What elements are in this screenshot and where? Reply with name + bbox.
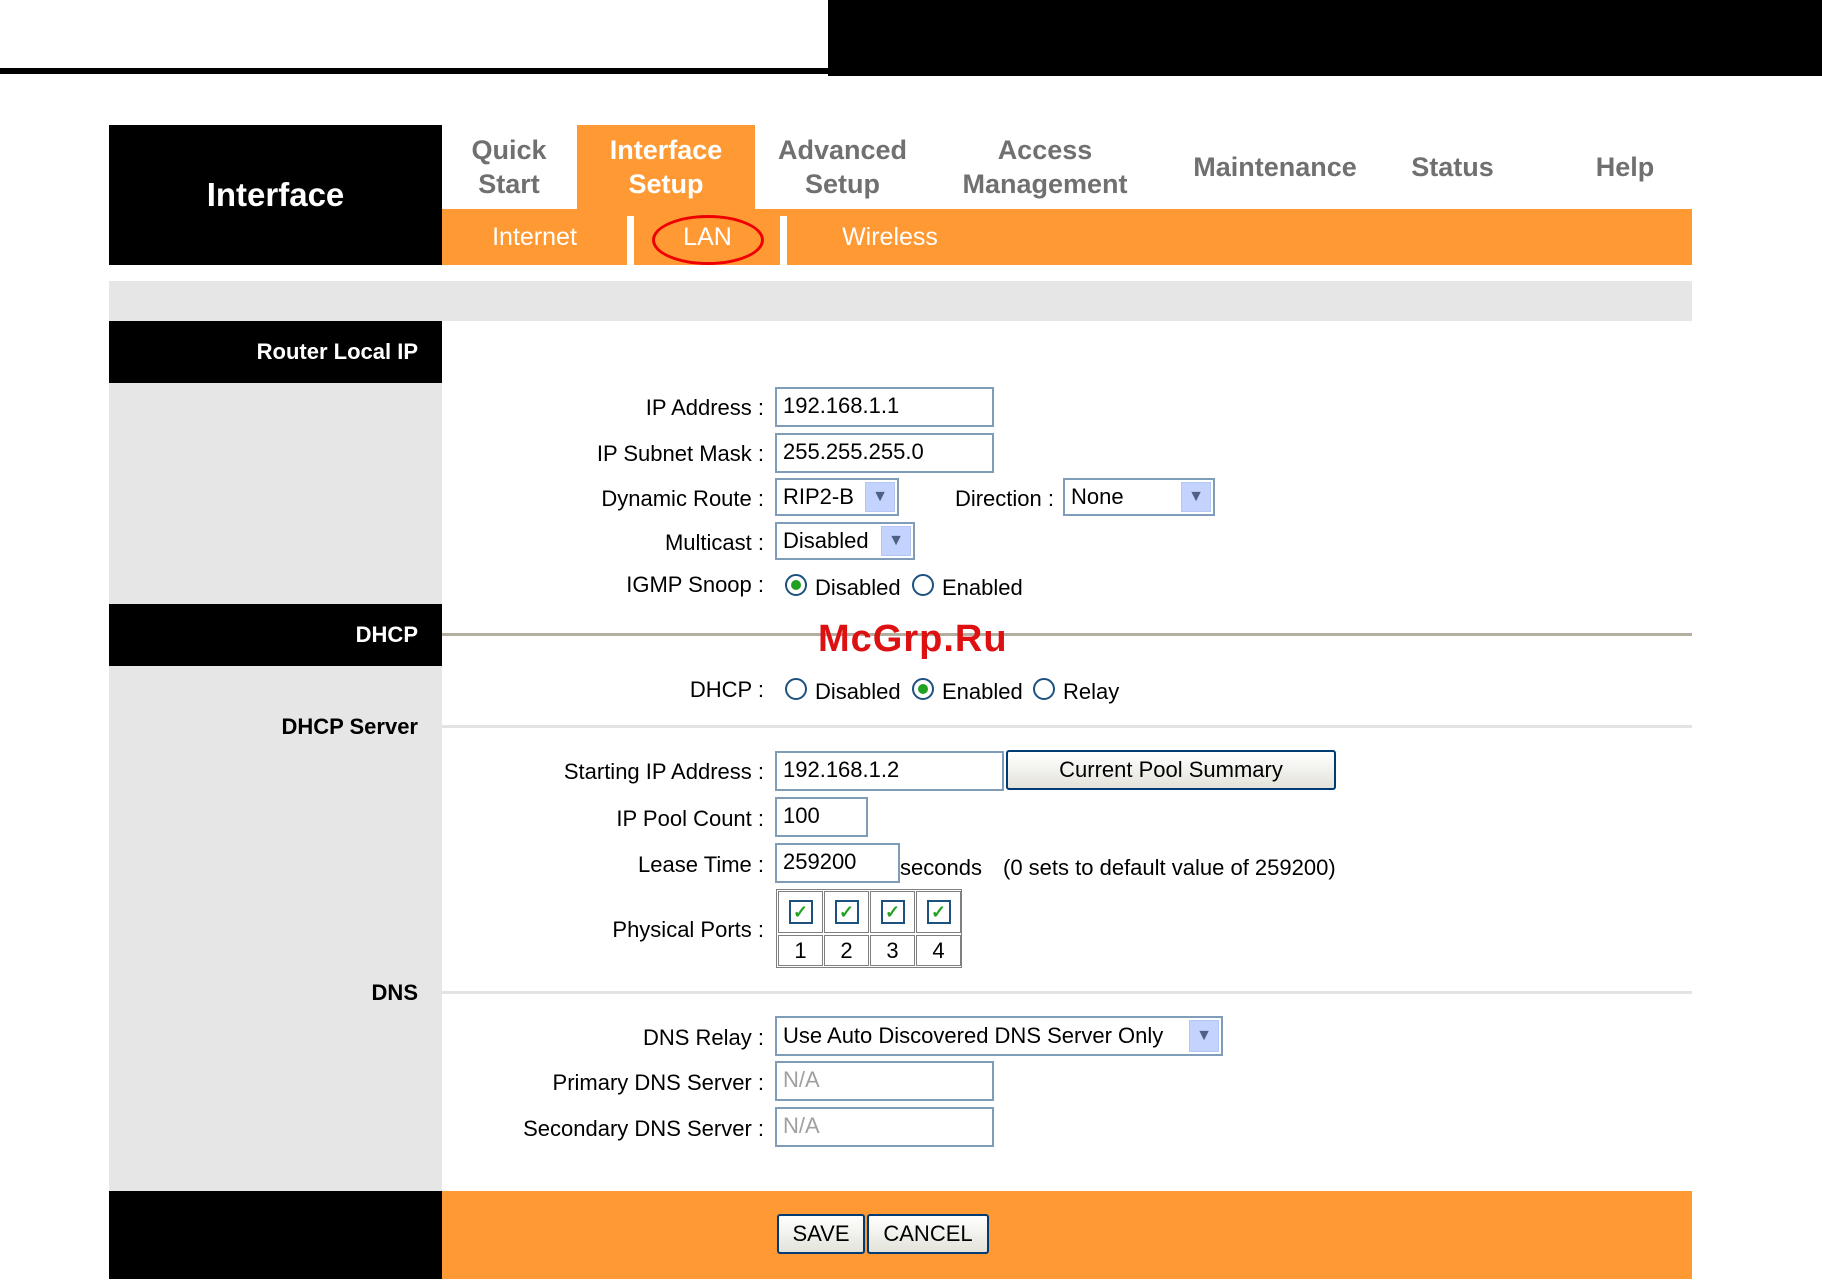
pool-count-label: IP Pool Count :	[616, 806, 764, 831]
secondary-dns-label: Secondary DNS Server :	[523, 1116, 764, 1141]
port-checkbox-cell: ✓	[870, 891, 915, 933]
subnav-separator	[780, 216, 787, 265]
dhcp-enabled-radio[interactable]	[912, 678, 934, 700]
dhcp-relay-radio[interactable]	[1033, 678, 1055, 700]
chevron-down-icon[interactable]: ▼	[1189, 1020, 1219, 1052]
dhcp-disabled-label: Disabled	[815, 679, 901, 704]
header-black-bar	[828, 0, 1822, 76]
subnav-internet[interactable]: Internet	[442, 209, 627, 265]
dhcp-server-divider	[442, 725, 1692, 728]
port-number-2: 2	[824, 935, 869, 966]
dhcp-divider	[442, 633, 1692, 636]
lease-time-input[interactable]: 259200	[775, 843, 900, 883]
igmp-enabled-radio[interactable]	[912, 574, 934, 596]
physical-ports-table: ✓ ✓ ✓ ✓ 1 2 3 4	[776, 889, 962, 968]
dhcp-relay-label: Relay	[1063, 679, 1120, 704]
port-checkbox-cell: ✓	[778, 891, 823, 933]
port-checkbox-cell: ✓	[916, 891, 961, 933]
footer-bar	[442, 1191, 1692, 1279]
chevron-down-icon[interactable]: ▼	[1181, 482, 1211, 512]
primary-dns-input[interactable]: N/A	[775, 1061, 994, 1101]
subnav-wireless[interactable]: Wireless	[800, 209, 980, 265]
port-3-checkbox[interactable]: ✓	[880, 900, 905, 924]
port-2-checkbox[interactable]: ✓	[834, 900, 859, 924]
nav-interface-setup[interactable]: Interface Setup	[577, 125, 755, 209]
header-rule	[0, 68, 1822, 74]
lan-highlight-circle	[652, 215, 764, 265]
starting-ip-input[interactable]: 192.168.1.2	[775, 751, 1004, 791]
dynamic-route-select[interactable]: RIP2-B ▼	[775, 478, 899, 516]
radio-dot	[791, 580, 801, 590]
ip-address-label: IP Address :	[645, 395, 764, 420]
watermark-text: McGrp.Ru	[818, 618, 1008, 660]
port-1-checkbox[interactable]: ✓	[788, 900, 813, 924]
dynamic-route-value: RIP2-B	[783, 484, 854, 509]
port-number-3: 3	[870, 935, 915, 966]
chevron-down-icon[interactable]: ▼	[865, 482, 895, 512]
chevron-down-icon[interactable]: ▼	[881, 526, 911, 556]
port-number-1: 1	[778, 935, 823, 966]
pool-count-input[interactable]: 100	[775, 797, 868, 837]
dhcp-disabled-radio[interactable]	[785, 678, 807, 700]
nav-access-management[interactable]: Access Management	[940, 125, 1150, 209]
dns-divider	[442, 991, 1692, 994]
nav-maintenance[interactable]: Maintenance	[1175, 125, 1375, 209]
secondary-dns-input[interactable]: N/A	[775, 1107, 994, 1147]
lease-time-unit: seconds	[900, 855, 982, 880]
current-pool-summary-button[interactable]: Current Pool Summary	[1006, 750, 1336, 790]
dns-relay-value: Use Auto Discovered DNS Server Only	[783, 1023, 1164, 1048]
cancel-button[interactable]: CANCEL	[867, 1214, 989, 1254]
multicast-value: Disabled	[783, 528, 869, 553]
dns-relay-label: DNS Relay :	[642, 1025, 764, 1050]
igmp-enabled-label: Enabled	[942, 575, 1023, 600]
igmp-snoop-label: IGMP Snoop :	[626, 572, 764, 597]
section-dhcp-server: DHCP Server	[281, 714, 418, 739]
igmp-disabled-radio[interactable]	[785, 574, 807, 596]
multicast-select[interactable]: Disabled ▼	[775, 522, 915, 560]
subnet-mask-input[interactable]: 255.255.255.0	[775, 433, 994, 473]
footer-left	[109, 1191, 442, 1279]
multicast-label: Multicast :	[664, 530, 764, 555]
physical-ports-label: Physical Ports :	[612, 917, 764, 942]
direction-select[interactable]: None ▼	[1063, 478, 1215, 516]
subnet-mask-label: IP Subnet Mask :	[596, 441, 764, 466]
port-number-4: 4	[916, 935, 961, 966]
subnav-separator	[627, 216, 634, 265]
lease-time-note: (0 sets to default value of 259200)	[1003, 855, 1336, 880]
dhcp-label: DHCP :	[689, 677, 764, 702]
nav-status[interactable]: Status	[1390, 125, 1515, 209]
ip-address-input[interactable]: 192.168.1.1	[775, 387, 994, 427]
section-dhcp: DHCP	[109, 604, 442, 666]
section-dns: DNS	[371, 980, 418, 1005]
save-button[interactable]: SAVE	[777, 1214, 865, 1254]
section-router-local-ip: Router Local IP	[109, 321, 442, 383]
dynamic-route-label: Dynamic Route :	[601, 486, 764, 511]
port-4-checkbox[interactable]: ✓	[926, 900, 951, 924]
direction-label: Direction :	[954, 486, 1054, 511]
radio-dot	[918, 684, 928, 694]
dhcp-enabled-label: Enabled	[942, 679, 1023, 704]
nav-quick-start[interactable]: Quick Start	[442, 125, 576, 209]
starting-ip-label: Starting IP Address :	[563, 759, 764, 784]
lease-time-label: Lease Time :	[638, 852, 764, 877]
dns-relay-select[interactable]: Use Auto Discovered DNS Server Only ▼	[775, 1016, 1223, 1056]
nav-advanced-setup[interactable]: Advanced Setup	[760, 125, 925, 209]
direction-value: None	[1071, 484, 1124, 509]
brand-title: Interface	[109, 125, 442, 265]
nav-help[interactable]: Help	[1570, 125, 1680, 209]
primary-dns-label: Primary DNS Server :	[552, 1070, 764, 1095]
igmp-disabled-label: Disabled	[815, 575, 901, 600]
port-checkbox-cell: ✓	[824, 891, 869, 933]
